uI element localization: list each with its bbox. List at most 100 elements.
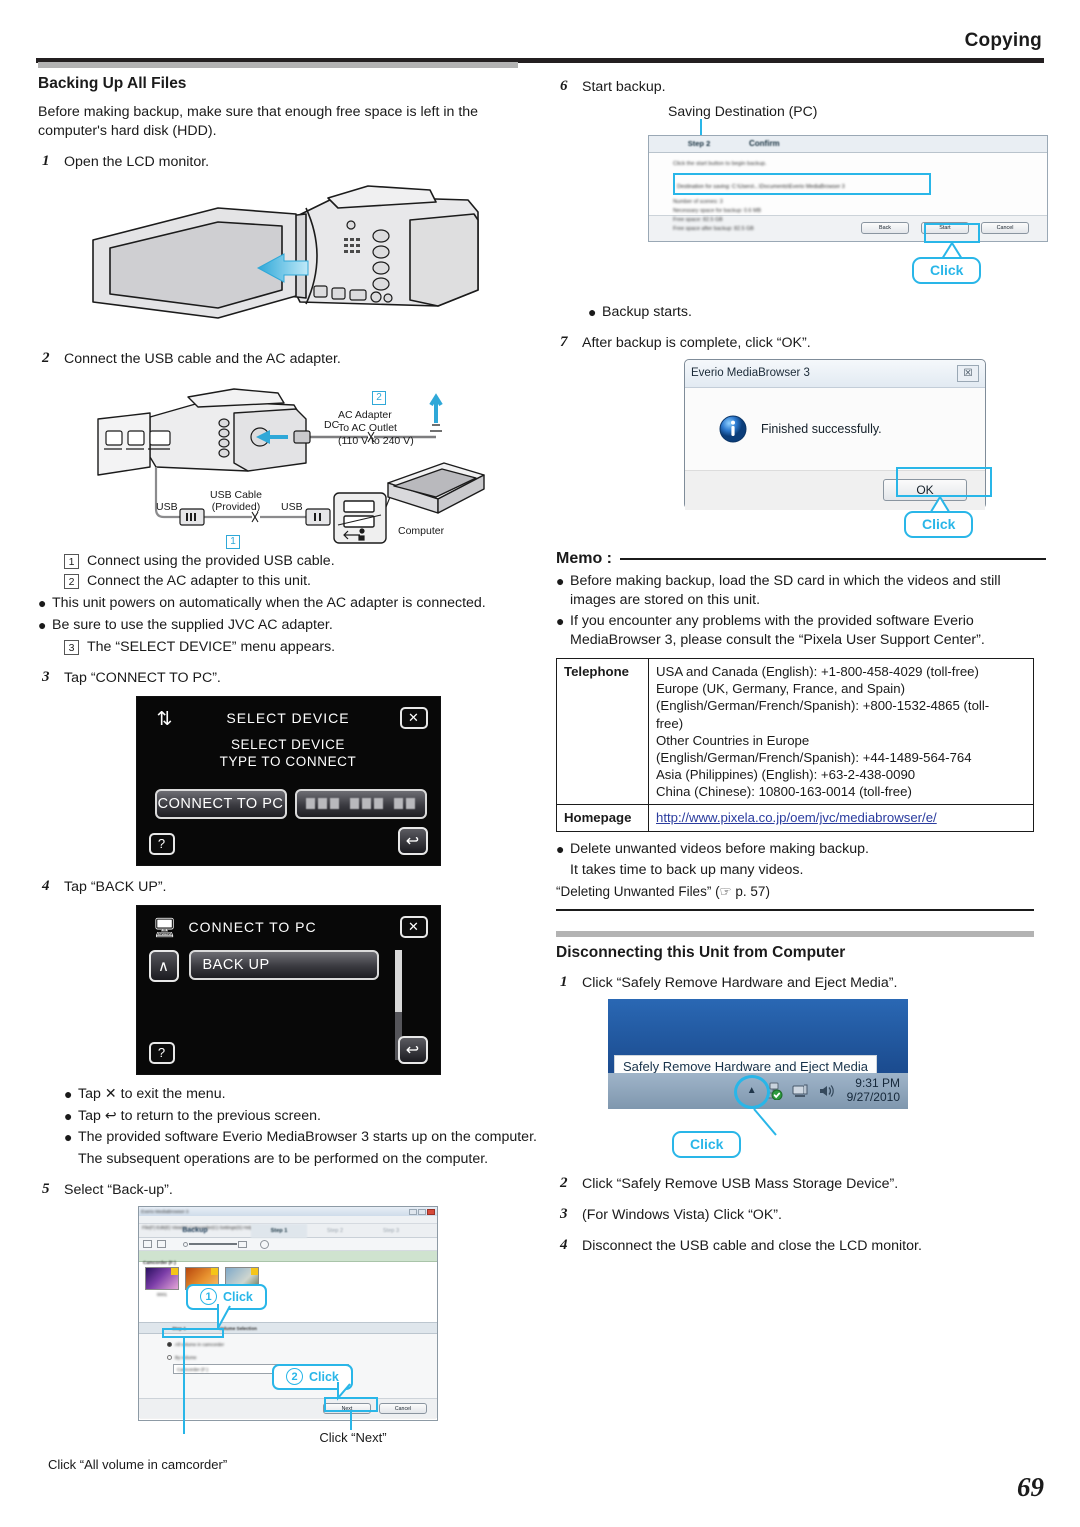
- taskbar-screenshot-group: Safely Remove Hardware and Eject Media ▲: [608, 998, 1008, 1159]
- support-table: Telephone USA and Canada (English): +1-8…: [556, 658, 1034, 832]
- lcd-button-connect-to-pc[interactable]: CONNECT TO PC: [154, 788, 287, 819]
- substep-text: Connect the AC adapter to this unit.: [87, 573, 311, 590]
- callout-click-start: Click: [912, 256, 982, 284]
- step-4: 4 Tap “BACK UP”.: [38, 878, 538, 897]
- caption-click-all-volume: Click “All volume in camcorder”: [48, 1457, 228, 1472]
- right-column: 6 Start backup. Saving Destination (PC) …: [556, 78, 1048, 1261]
- bullet-extra-text: The subsequent operations are to be perf…: [78, 1151, 489, 1168]
- page-header: Copying: [0, 0, 1080, 63]
- section-title-backing-up: Backing Up All Files: [38, 75, 187, 92]
- memo-heading-row: Memo :: [556, 550, 1046, 568]
- substep-badge: 3: [64, 640, 79, 655]
- help-icon[interactable]: ?: [148, 1041, 175, 1064]
- homepage-value-cell: http://www.pixela.co.jp/oem/jvc/mediabro…: [648, 804, 1034, 832]
- clock[interactable]: 9:31 PM 9/27/2010: [846, 1076, 900, 1105]
- close-icon[interactable]: ✕: [399, 706, 428, 729]
- callout-click-tray: Click: [672, 1130, 742, 1158]
- step-2-number: 2: [42, 349, 50, 366]
- substep-item: 2 Connect the AC adapter to this unit.: [64, 572, 538, 591]
- substep-text: The “SELECT DEVICE” menu appears.: [87, 639, 336, 655]
- telephone-line: Asia (Philippines) (English): +63-2-438-…: [656, 767, 916, 783]
- diagram-computer-label: Computer: [398, 524, 445, 537]
- callout-label: Click: [922, 515, 956, 532]
- substep-text: Connect using the provided USB cable.: [87, 552, 335, 569]
- intro-paragraph: Before making backup, make sure that eno…: [38, 104, 479, 139]
- scroll-up-icon[interactable]: ∧: [148, 949, 179, 982]
- memo-bullet: ● Before making backup, load the SD card…: [556, 572, 1046, 610]
- step-2-substeps: 1 Connect using the provided USB cable. …: [64, 552, 538, 592]
- lcd-screen-select-device: ⇅ SELECT DEVICE ✕ SELECT DEVICE TYPE TO …: [135, 695, 441, 866]
- volume-icon[interactable]: [817, 1082, 835, 1100]
- dialog-body: Finished successfully.: [685, 387, 985, 470]
- step-6: 6 Start backup.: [556, 78, 1046, 97]
- confirm-intro-line: Click the start button to begin backup.: [673, 160, 767, 167]
- confirm-tab-row: Step 2 Confirm: [649, 135, 1047, 153]
- diagram-usb-left-label: USB: [156, 500, 178, 513]
- substep-item: 3 The “SELECT DEVICE” menu appears.: [64, 638, 538, 657]
- saving-destination-label: Saving Destination (PC): [668, 102, 818, 119]
- step-7-number: 7: [560, 333, 568, 350]
- step-4-number: 4: [42, 877, 50, 894]
- callout-label: Click: [930, 261, 964, 278]
- close-icon[interactable]: ✕: [399, 915, 428, 938]
- help-icon[interactable]: ?: [148, 832, 175, 855]
- bullet-dot: ●: [556, 572, 565, 589]
- lcd-button-secondary[interactable]: [294, 788, 427, 819]
- diagram-usb-cable-label: USB Cable (Provided): [210, 488, 262, 514]
- section-2: Disconnecting this Unit from Computer 1 …: [556, 930, 1046, 1256]
- table-row: Homepage http://www.pixela.co.jp/oem/jvc…: [556, 804, 1034, 832]
- disconnect-step-3: 3 (For Windows Vista) Click “OK”.: [556, 1206, 1046, 1225]
- info-icon: [719, 415, 747, 443]
- connection-svg: [97, 387, 485, 544]
- camcorder-open-lcd-illustration: [38, 178, 538, 338]
- section-bar: [38, 62, 518, 68]
- homepage-link[interactable]: http://www.pixela.co.jp/oem/jvc/mediabro…: [656, 810, 937, 825]
- manual-page: Copying Backing Up All Files Before maki…: [0, 0, 1080, 1527]
- step-2-substeps-b: 3 The “SELECT DEVICE” menu appears.: [64, 638, 538, 657]
- bullet-item: ● Tap ↩ to return to the previous screen…: [64, 1107, 538, 1126]
- step-7: 7 After backup is complete, click “OK”.: [556, 334, 1046, 353]
- dialog-message: Finished successfully.: [761, 421, 882, 436]
- callout-leader-lines: [183, 1338, 352, 1434]
- bullet-text: Tap ↩ to return to the previous screen.: [78, 1107, 321, 1124]
- disconnect-step-4-number: 4: [560, 1236, 568, 1253]
- bullet-dot: ●: [588, 303, 597, 320]
- confirm-tab-label: Confirm: [749, 139, 780, 149]
- confirm-window: Step 2 Confirm Click the start button to…: [648, 134, 1048, 242]
- table-row: Telephone USA and Canada (English): +1-8…: [556, 658, 1034, 806]
- highlight-ok-button: [896, 466, 992, 497]
- bullet-dot: ●: [556, 840, 565, 857]
- lcd-screen-connect-to-pc: 🖥 CONNECT TO PC ✕ ∧ BACK UP ? ↩: [135, 904, 441, 1075]
- bullet-dot: ●: [38, 617, 47, 634]
- disconnect-step-2-number: 2: [560, 1174, 568, 1191]
- camcorder-svg: [92, 184, 479, 319]
- step-3-text: Tap “CONNECT TO PC”.: [64, 669, 221, 686]
- network-icon[interactable]: [791, 1082, 809, 1100]
- telephone-line: (English/German/French/Spanish): +44-148…: [656, 749, 972, 765]
- telephone-value: USA and Canada (English): +1-800-458-402…: [648, 658, 1034, 806]
- confirm-body: Click the start button to begin backup. …: [649, 152, 1047, 232]
- disconnect-step-1-number: 1: [560, 973, 568, 990]
- diagram-badge-1: 1: [226, 534, 240, 549]
- bullet-dot: ●: [64, 1107, 73, 1124]
- clock-date: 9/27/2010: [846, 1089, 900, 1104]
- close-icon[interactable]: ☒: [957, 364, 979, 382]
- step-2-text: Connect the USB cable and the AC adapter…: [64, 350, 341, 367]
- back-icon[interactable]: ↩: [397, 826, 428, 855]
- confirm-line-4: Free space: 82.5 GB: [673, 216, 723, 223]
- highlight-destination: Destination for saving: C:\Users\...\Doc…: [673, 172, 931, 195]
- callout-click-ok: Click: [904, 510, 974, 538]
- bullet-dot: ●: [556, 613, 565, 630]
- lcd-button-back-up[interactable]: BACK UP: [188, 949, 379, 980]
- telephone-line: Europe (UK, Germany, France, and Spain): [656, 681, 905, 697]
- substep-badge: 2: [64, 574, 79, 590]
- bullet-text: The provided software Everio MediaBrowse…: [78, 1129, 537, 1146]
- step-4-text: Tap “BACK UP”.: [64, 878, 167, 895]
- bullet-item: ● The provided software Everio MediaBrow…: [64, 1128, 538, 1147]
- step-5-number: 5: [42, 1181, 50, 1198]
- back-icon[interactable]: ↩: [397, 1035, 428, 1064]
- monitor-icon: 🖥: [152, 917, 177, 939]
- memo-rule: [620, 557, 1046, 560]
- section-bar-2: [556, 930, 1034, 937]
- disconnect-step-3-text: (For Windows Vista) Click “OK”.: [582, 1206, 782, 1223]
